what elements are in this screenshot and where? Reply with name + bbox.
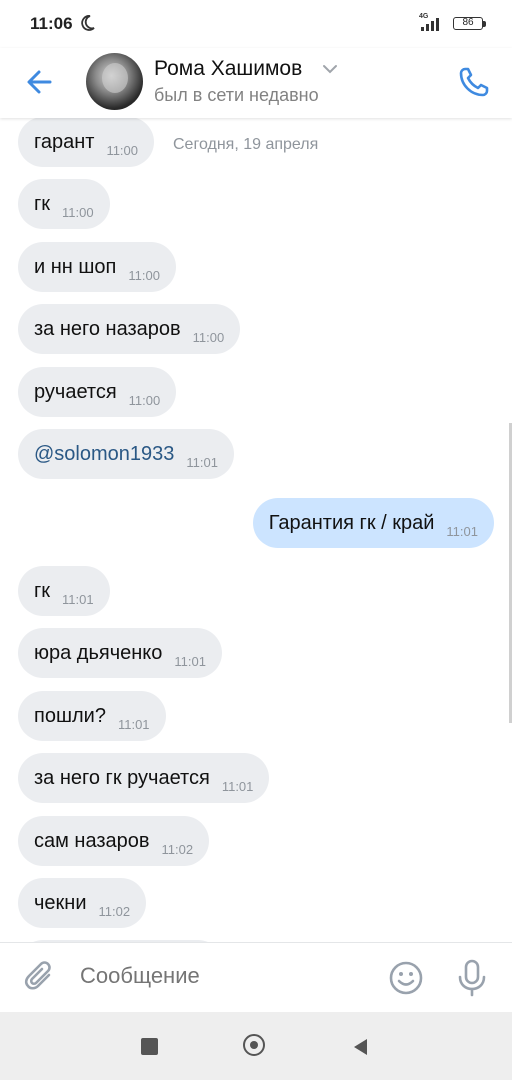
chat-header: Рома Хашимов был в сети недавно [0,48,512,118]
battery-icon: 86 [453,17,483,30]
message-input[interactable] [80,963,370,989]
chevron-down-icon[interactable] [322,61,338,79]
message-text: и нн шоп [34,255,117,278]
contact-name[interactable]: Рома Хашимов [154,57,302,81]
message-bubble[interactable]: сам назаров 11:02 [18,816,210,866]
status-time: 11:06 [30,14,73,33]
message-bubble[interactable]: гк 11:00 [18,179,110,229]
message-time: 11:00 [128,392,161,408]
moon-icon [80,14,96,37]
message-text: сам назаров [34,829,150,852]
back-triangle-icon[interactable] [351,1037,369,1062]
message-time: 11:00 [128,267,160,283]
message-composer [0,942,512,1013]
message-time: 11:02 [161,841,194,857]
message-list[interactable]: гарант 11:00 Сегодня, 19 апреля гк 11:00… [0,118,512,942]
message-time: 11:00 [62,204,94,220]
message-text: за него назаров [34,317,181,340]
message-bubble[interactable]: за него гк ручается 11:01 [18,753,270,803]
emoji-icon[interactable] [388,960,424,996]
message-bubble[interactable]: ручается 11:00 [18,367,177,417]
home-circle-icon[interactable] [243,1034,265,1056]
message-time: 11:01 [62,591,94,607]
message-time: 11:01 [446,523,478,539]
signal-icon [421,17,445,36]
message-bubble[interactable]: чекни 11:02 [18,878,147,928]
mention-link[interactable]: @solomon1933 [34,443,174,466]
message-text: гарант [34,130,95,153]
message-time: 11:01 [174,653,206,669]
recents-square-icon[interactable] [141,1038,158,1055]
date-chip: Сегодня, 19 апреля [163,132,329,158]
message-text: гк [34,579,51,602]
message-text: Гарантия гк / край [268,511,435,534]
system-nav-bar [0,1012,512,1080]
battery-tip [483,21,486,27]
avatar[interactable] [86,53,143,110]
message-bubble[interactable]: и нн шоп 11:00 [18,242,176,292]
message-bubble[interactable]: за него назаров 11:00 [18,304,241,354]
message-bubble[interactable]: гарант 11:00 [18,118,155,167]
microphone-icon[interactable] [454,958,490,998]
message-text: за него гк ручается [34,766,210,789]
message-text: гк [34,192,51,215]
message-bubble[interactable]: пошли? 11:01 [18,691,166,741]
message-text: пошли? [34,704,106,727]
outgoing-message-bubble[interactable]: Гарантия гк / край 11:01 [252,498,494,548]
back-arrow-icon[interactable] [22,64,58,100]
message-bubble[interactable]: @solomon1933 11:01 [18,429,234,479]
battery-level: 86 [462,17,474,28]
paperclip-icon[interactable] [22,960,58,996]
status-bar: 11:06 4G 86 [0,0,512,48]
message-bubble[interactable]: юра дьяченко 11:01 [18,628,222,678]
message-text: юра дьяченко [34,641,163,664]
phone-icon[interactable] [456,64,492,100]
message-time: 11:00 [192,329,225,345]
message-bubble[interactable]: гк 11:01 [18,566,110,616]
message-time: 11:02 [98,903,131,919]
message-time: 11:00 [106,142,139,158]
message-time: 11:01 [186,454,218,470]
message-time: 11:01 [117,716,150,732]
last-seen-status: был в сети недавно [154,85,319,105]
message-text: чекни [34,891,87,914]
message-time: 11:01 [221,778,254,794]
message-text: ручается [34,380,117,403]
